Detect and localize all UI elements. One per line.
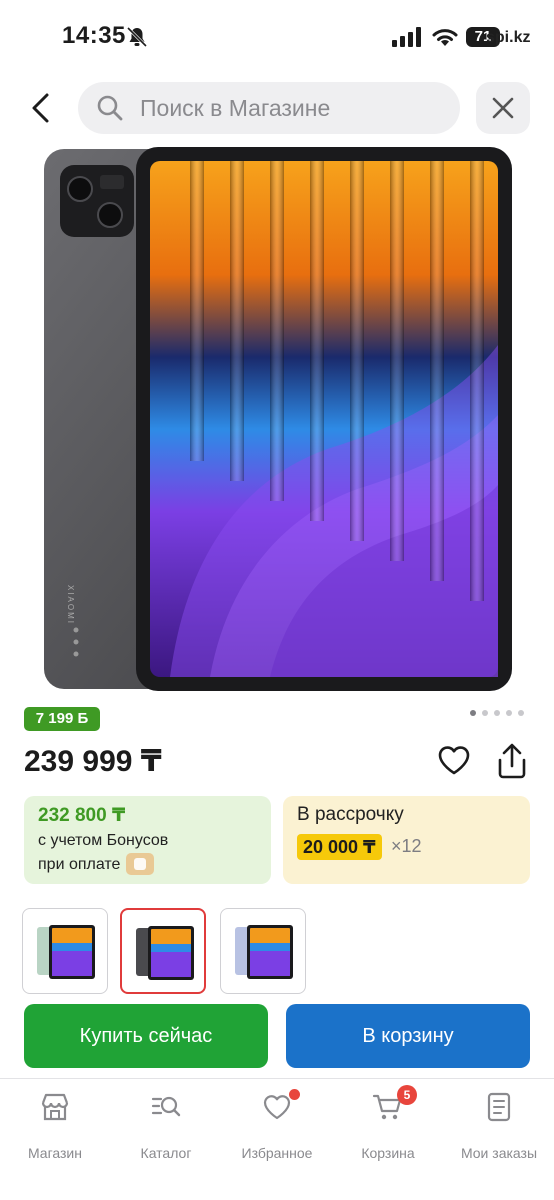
store-icon — [41, 1093, 69, 1121]
pager-dot[interactable] — [506, 710, 512, 716]
variant-gray[interactable] — [120, 908, 206, 994]
kaspi-pay-icon — [126, 853, 154, 875]
watermark-text: spi.kz — [486, 29, 531, 46]
pager-dot[interactable] — [518, 710, 524, 716]
favorite-button[interactable] — [436, 742, 472, 778]
bonus-caption-payment: при оплате — [38, 856, 121, 873]
tab-favorites-label: Избранное — [241, 1145, 313, 1161]
close-search-button[interactable] — [476, 82, 530, 134]
tablet-thumbnail — [235, 925, 293, 979]
share-button[interactable] — [494, 742, 530, 780]
cart-count-badge: 5 — [397, 1085, 417, 1105]
tab-store-label: Магазин — [27, 1145, 82, 1161]
image-pager — [470, 710, 530, 718]
buy-now-button[interactable]: Купить сейчас — [24, 1004, 268, 1068]
status-bar: 14:35 71 spi.kz — [0, 0, 554, 72]
bonus-price: 232 800 ₸ — [38, 805, 126, 826]
tablet-thumbnail — [136, 926, 194, 980]
wifi-icon — [432, 29, 458, 46]
installment-title: В рассрочку — [297, 804, 404, 825]
catalog-icon — [151, 1096, 181, 1117]
tablet-thumbnail — [37, 925, 95, 979]
installment-months: ×12 — [391, 836, 422, 856]
svg-text:XIAOMI: XIAOMI — [66, 585, 75, 625]
tab-cart-label: Корзина — [361, 1145, 415, 1161]
bonus-price-card[interactable]: 232 800 ₸ с учетом Бонусов при оплате — [24, 796, 271, 884]
bottom-tab-bar: Магазин Каталог Избранное 5 Корзина Мои … — [0, 1078, 554, 1200]
search-input[interactable] — [140, 82, 440, 134]
pager-dot[interactable] — [470, 710, 476, 716]
variant-blue[interactable] — [220, 908, 306, 994]
bonus-badge: 7 199 Б — [24, 707, 100, 731]
tab-orders-label: Мои заказы — [460, 1145, 538, 1161]
notification-dot — [289, 1089, 300, 1100]
search-box[interactable] — [78, 82, 460, 134]
bonus-caption: с учетом Бонусов — [38, 832, 169, 849]
pager-dot[interactable] — [494, 710, 500, 716]
add-to-cart-button[interactable]: В корзину — [286, 1004, 530, 1068]
search-icon — [97, 95, 123, 121]
product-page: 14:35 71 spi.kz Поиск в Магазине XIAOMI … — [0, 0, 554, 1200]
tab-favorites[interactable]: Избранное — [222, 1089, 332, 1161]
variant-green[interactable] — [22, 908, 108, 994]
installment-amount: 20 000 ₸ — [297, 834, 382, 860]
tab-orders[interactable]: Мои заказы — [444, 1091, 554, 1161]
tab-cart[interactable]: 5 Корзина — [333, 1085, 443, 1161]
status-time: 14:35 — [62, 22, 126, 49]
product-photo[interactable]: XIAOMI — [40, 145, 514, 693]
tab-catalog-label: Каталог — [140, 1145, 192, 1161]
product-price: 239 999 ₸ — [24, 745, 162, 778]
pager-dot[interactable] — [482, 710, 488, 716]
bell-muted-icon — [126, 26, 148, 48]
tab-store[interactable]: Магазин — [0, 1091, 110, 1161]
cellular-signal-icon — [392, 27, 421, 47]
installment-card[interactable]: В рассрочку 20 000 ₸ ×12 — [283, 796, 530, 884]
orders-icon — [487, 1092, 511, 1122]
back-button[interactable] — [24, 90, 60, 126]
close-icon — [492, 97, 514, 119]
tab-catalog[interactable]: Каталог — [111, 1091, 221, 1161]
